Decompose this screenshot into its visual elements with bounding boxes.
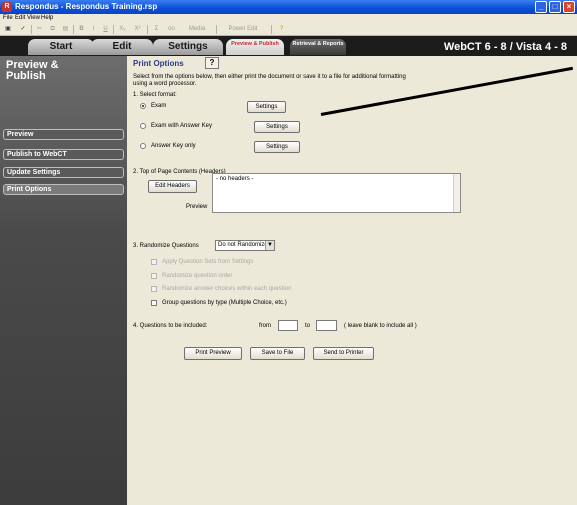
main-navigation: Start Edit Settings Preview & Publish Re… xyxy=(0,36,577,56)
to-label: to xyxy=(305,323,311,329)
from-label: from xyxy=(259,323,271,329)
answer-key-settings-button[interactable]: Settings xyxy=(254,141,300,153)
tab-settings[interactable]: Settings xyxy=(153,39,223,55)
randomize-select-value: Do not Randomize xyxy=(218,242,268,248)
tab-retrieval-reports[interactable]: Retrieval & Reports xyxy=(290,39,346,55)
spellcheck-icon[interactable]: ✓ xyxy=(18,24,28,35)
menu-view[interactable]: View xyxy=(27,14,40,23)
send-to-printer-button[interactable]: Send to Printer xyxy=(313,347,374,360)
sidebar-item-print-options[interactable]: Print Options xyxy=(3,184,124,195)
paste-icon[interactable]: ▤ xyxy=(61,24,70,35)
help-button[interactable]: ? xyxy=(205,57,219,69)
headers-preview-box: - no headers - xyxy=(212,173,461,213)
toolbar: ▣ ✓ ✂ ⧉ ▤ B I U X₂ X² Σ oo Media Power E… xyxy=(0,23,577,36)
tab-edit[interactable]: Edit xyxy=(91,39,153,55)
from-input[interactable] xyxy=(278,320,298,331)
tab-start[interactable]: Start xyxy=(28,39,94,55)
section-format-heading: 1. Select format: xyxy=(133,92,177,98)
randomize-answer-choices-checkbox[interactable] xyxy=(151,286,157,292)
menu-bar: File Edit View Help xyxy=(0,14,577,23)
bold-button[interactable]: B xyxy=(77,24,86,35)
apply-question-sets-label: Apply Question Sets from Settings xyxy=(162,259,254,265)
intro-text: using a word processor. xyxy=(133,81,197,87)
power-edit-button[interactable]: Power Edit xyxy=(220,24,266,35)
toolbar-separator xyxy=(271,25,272,34)
page-title: Print Options xyxy=(133,59,184,68)
format-answer-key-only-label: Answer Key only xyxy=(151,143,196,149)
toolbar-separator xyxy=(73,25,74,34)
menu-help[interactable]: Help xyxy=(41,14,53,23)
chevron-down-icon: ▼ xyxy=(265,241,274,250)
maximize-button[interactable]: □ xyxy=(549,1,561,13)
print-options-panel: Print Options ? Select from the options … xyxy=(127,56,577,505)
edit-headers-button[interactable]: Edit Headers xyxy=(148,180,197,193)
exam-settings-button[interactable]: Settings xyxy=(247,101,286,113)
window-title: Respondus - Respondus Training.rsp xyxy=(15,2,158,11)
menu-edit[interactable]: Edit xyxy=(15,14,25,23)
cut-icon[interactable]: ✂ xyxy=(35,24,44,35)
copy-icon[interactable]: ⧉ xyxy=(48,24,57,35)
tab-preview-publish[interactable]: Preview & Publish xyxy=(226,39,284,55)
format-exam-label: Exam xyxy=(151,103,167,109)
toolbar-separator xyxy=(31,25,32,34)
section-questions-heading: 4. Questions to be included: xyxy=(133,323,208,329)
help-icon[interactable]: ? xyxy=(277,24,286,35)
app-icon: R xyxy=(2,2,12,12)
application-window: R Respondus - Respondus Training.rsp _ □… xyxy=(0,0,577,505)
randomize-select[interactable]: Do not Randomize ▼ xyxy=(215,240,275,251)
italic-button[interactable]: I xyxy=(89,24,98,35)
minimize-button[interactable]: _ xyxy=(535,1,547,13)
section-randomize-heading: 3. Randomize Questions xyxy=(133,243,199,249)
sidebar-title: Preview & Publish xyxy=(6,60,59,82)
apply-question-sets-checkbox[interactable] xyxy=(151,259,157,265)
format-exam-radio[interactable] xyxy=(140,103,146,109)
media-button[interactable]: Media xyxy=(182,24,212,35)
close-button[interactable]: × xyxy=(563,1,575,13)
print-preview-button[interactable]: Print Preview xyxy=(184,347,242,360)
to-input[interactable] xyxy=(316,320,337,331)
group-by-type-label: Group questions by type (Multiple Choice… xyxy=(162,300,287,306)
sidebar-item-publish-to-webct[interactable]: Publish to WebCT xyxy=(3,149,124,160)
subscript-button[interactable]: X₂ xyxy=(117,24,128,35)
link-button[interactable]: oo xyxy=(166,24,177,35)
randomize-answer-choices-label: Randomize answer choices within each que… xyxy=(162,286,292,292)
headers-preview-label: Preview xyxy=(186,204,208,210)
title-bar: R Respondus - Respondus Training.rsp _ □… xyxy=(0,0,577,14)
toolbar-separator xyxy=(216,25,217,34)
toolbar-separator xyxy=(147,25,148,34)
headers-preview-text: - no headers - xyxy=(216,176,254,182)
equation-button[interactable]: Σ xyxy=(152,24,161,35)
group-by-type-checkbox[interactable] xyxy=(151,300,157,306)
randomize-question-order-checkbox[interactable] xyxy=(151,273,157,279)
menu-file[interactable]: File xyxy=(3,14,13,23)
sidebar-item-preview[interactable]: Preview xyxy=(3,129,124,140)
sidebar-item-update-settings[interactable]: Update Settings xyxy=(3,167,124,178)
blank-note: ( leave blank to include all ) xyxy=(344,323,417,329)
sidebar-title-line: Publish xyxy=(6,70,46,82)
format-answer-key-only-radio[interactable] xyxy=(140,143,146,149)
superscript-button[interactable]: X² xyxy=(132,24,143,35)
save-icon[interactable]: ▣ xyxy=(3,24,13,35)
toolbar-separator xyxy=(113,25,114,34)
underline-button[interactable]: U xyxy=(101,24,110,35)
exam-answer-key-settings-button[interactable]: Settings xyxy=(254,121,300,133)
sidebar: Preview & Publish Preview Publish to Web… xyxy=(0,56,127,505)
headers-scrollbar[interactable] xyxy=(453,174,460,212)
save-to-file-button[interactable]: Save to File xyxy=(250,347,305,360)
intro-text: Select from the options below, then eith… xyxy=(133,74,406,80)
format-exam-answer-key-label: Exam with Answer Key xyxy=(151,123,213,129)
format-exam-answer-key-radio[interactable] xyxy=(140,123,146,129)
randomize-question-order-label: Randomize question order xyxy=(162,273,233,279)
brand-title: WebCT 6 - 8 / Vista 4 - 8 xyxy=(443,41,567,53)
